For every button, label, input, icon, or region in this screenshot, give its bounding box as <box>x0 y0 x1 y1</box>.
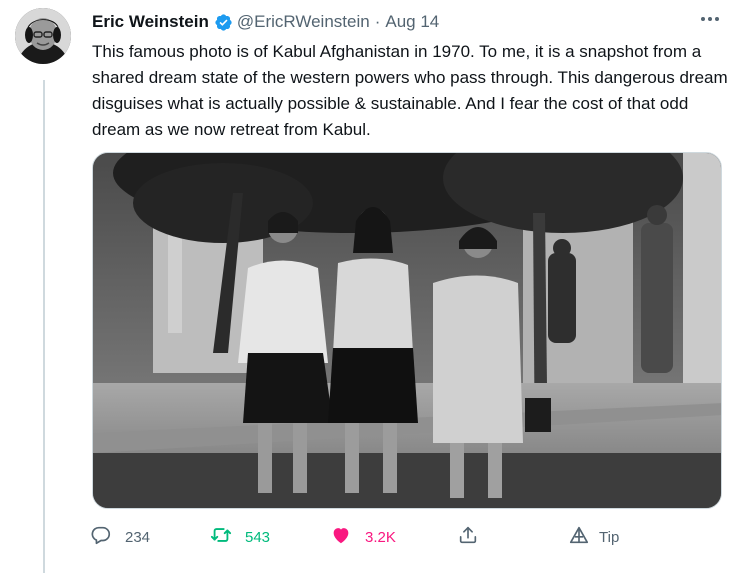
reply-bubble-icon <box>90 524 112 550</box>
reply-button[interactable]: 234 <box>90 522 150 552</box>
tweet-date[interactable]: Aug 14 <box>385 12 439 32</box>
verified-badge-icon <box>214 13 233 32</box>
header-separator: · <box>374 12 381 31</box>
share-button[interactable] <box>457 522 479 552</box>
heart-filled-icon <box>330 524 352 550</box>
tip-triangle-icon <box>568 524 590 550</box>
tweet-photo[interactable] <box>92 152 722 509</box>
photo-image <box>93 153 721 508</box>
avatar[interactable] <box>15 8 71 64</box>
thread-connector-line <box>43 80 45 573</box>
tweet-actions: 234 543 3.2K Tip <box>90 522 650 552</box>
tip-button[interactable]: Tip <box>568 522 619 552</box>
author-display-name[interactable]: Eric Weinstein <box>92 12 209 32</box>
tip-label: Tip <box>599 528 620 546</box>
like-button[interactable]: 3.2K <box>330 522 396 552</box>
retweet-button[interactable]: 543 <box>210 522 270 552</box>
avatar-image <box>15 8 71 64</box>
author-handle[interactable]: @EricRWeinstein <box>237 12 370 32</box>
retweet-count: 543 <box>245 528 271 546</box>
more-dots-icon[interactable] <box>698 9 722 29</box>
like-count: 3.2K <box>365 528 396 546</box>
share-upload-icon <box>457 524 479 550</box>
tweet-text: This famous photo is of Kabul Afghanista… <box>92 42 728 139</box>
reply-count: 234 <box>125 528 151 546</box>
tweet-header: Eric Weinstein @EricRWeinstein · Aug 14 <box>92 11 728 33</box>
retweet-arrows-icon <box>210 524 232 550</box>
